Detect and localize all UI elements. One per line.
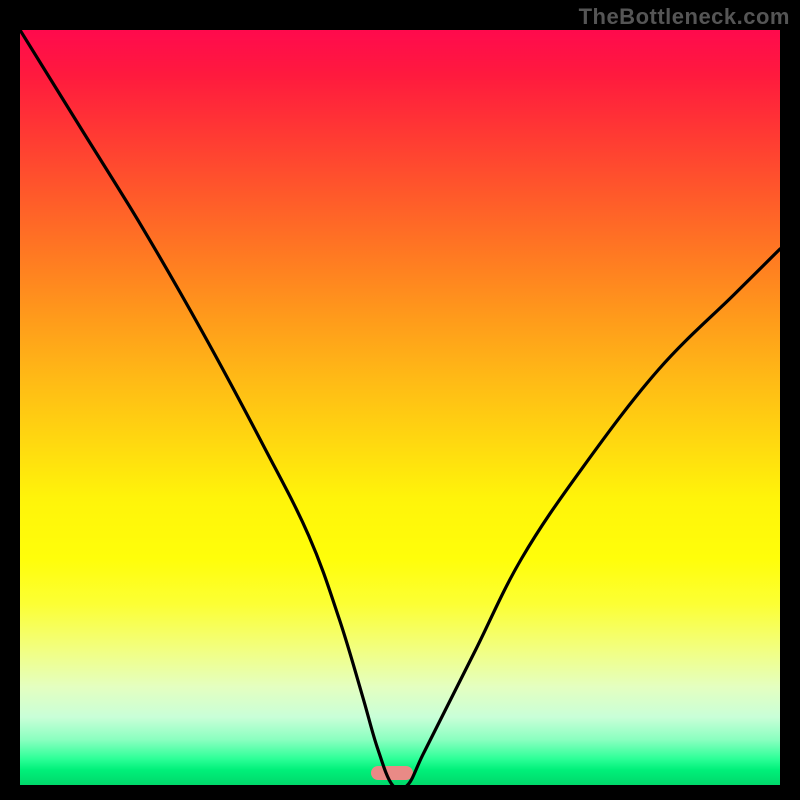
attribution-label: TheBottleneck.com [579, 4, 790, 30]
plot-area [20, 30, 780, 785]
chart-frame: TheBottleneck.com [0, 0, 800, 800]
bottleneck-curve [20, 30, 780, 785]
bottleneck-curve-path [20, 30, 780, 785]
